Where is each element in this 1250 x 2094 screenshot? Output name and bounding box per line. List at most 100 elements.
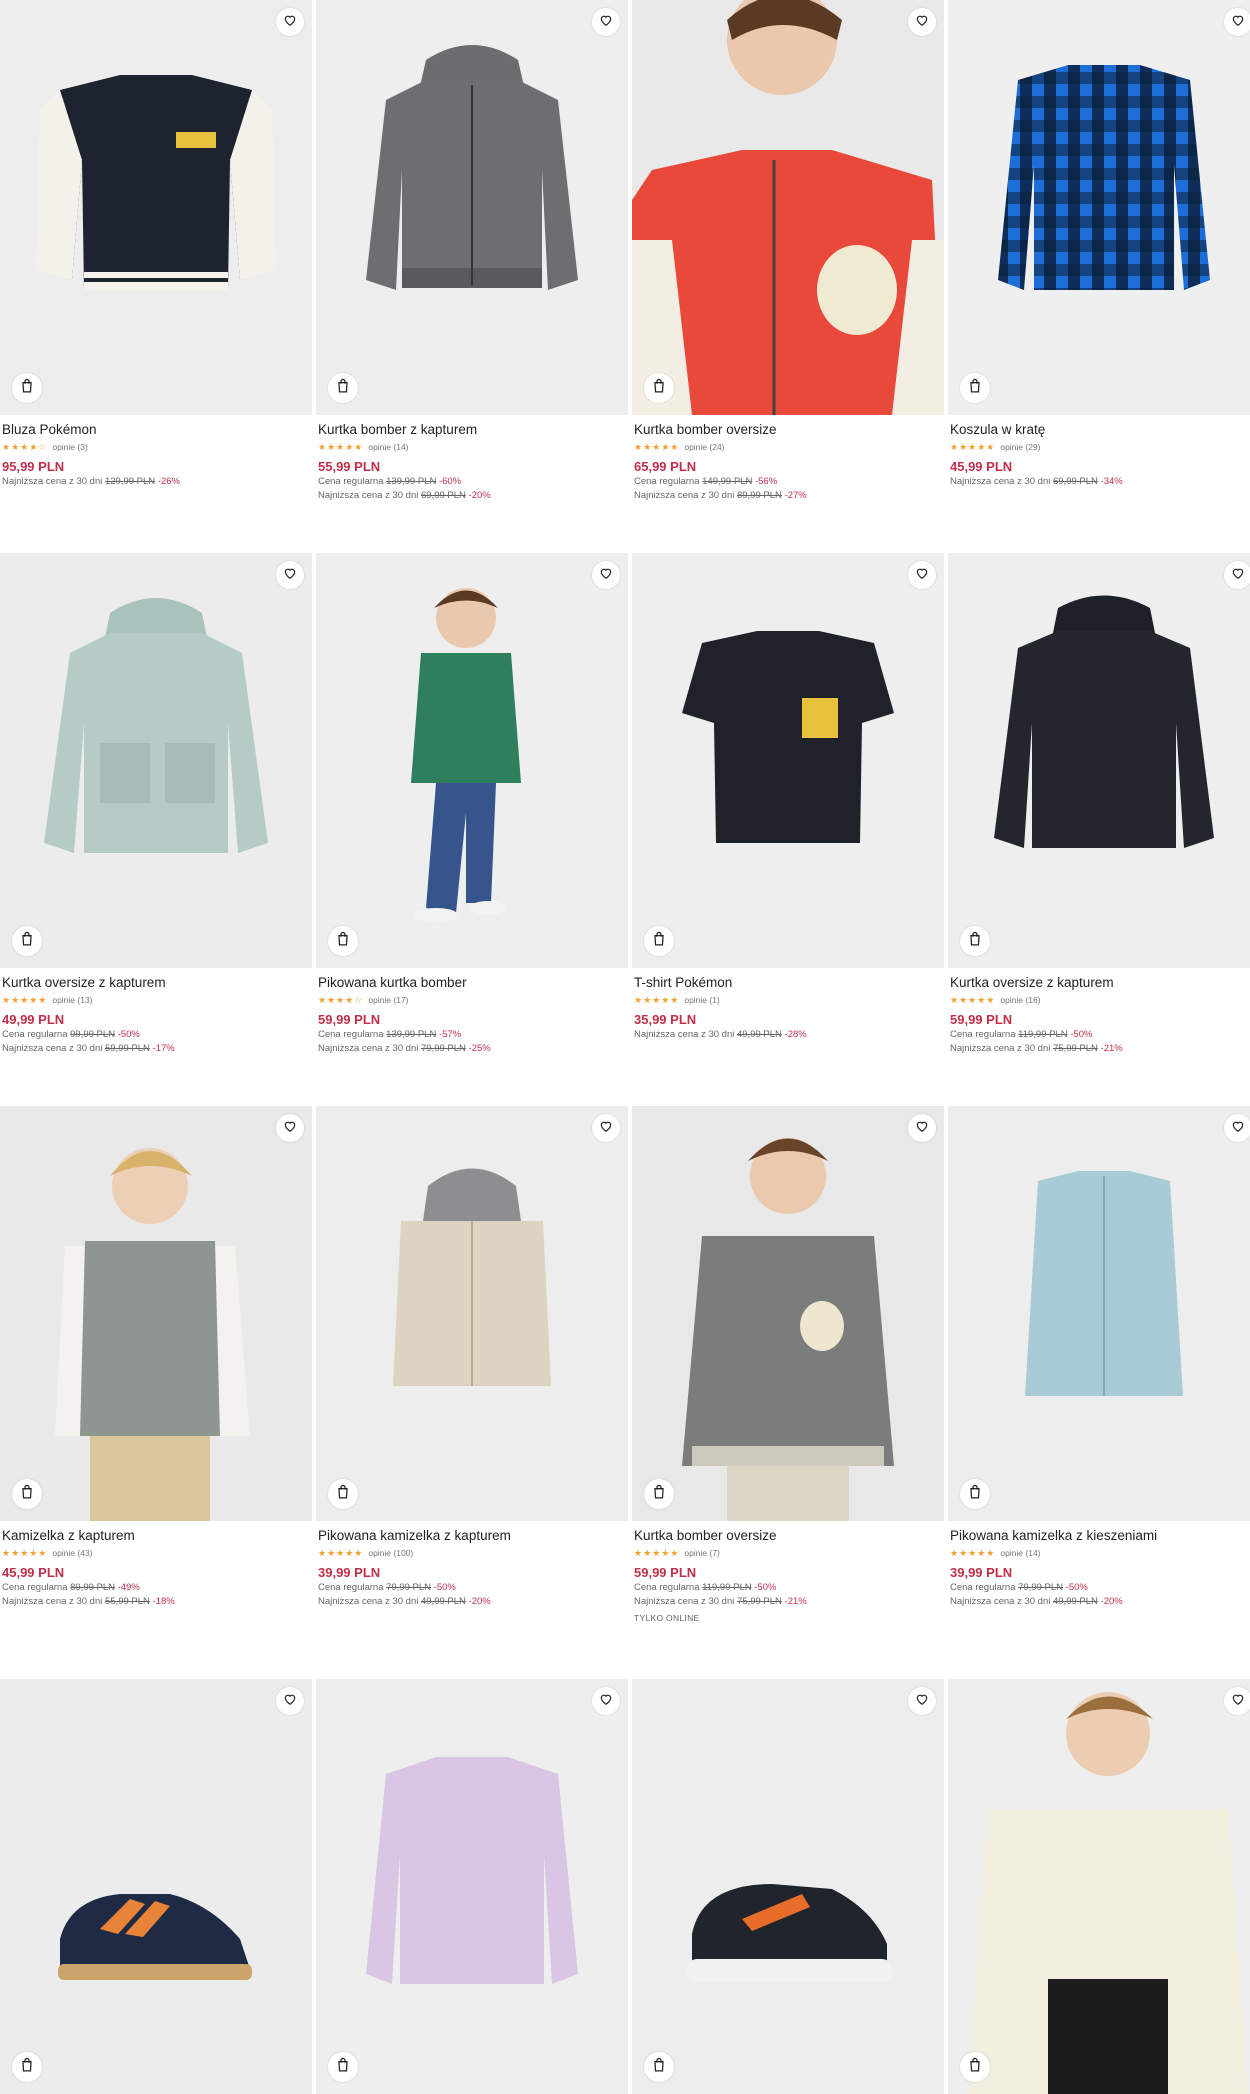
product-image[interactable] [948,553,1250,968]
add-to-cart-button[interactable] [960,926,990,956]
product-image[interactable] [0,553,312,968]
heart-icon [915,566,929,585]
product-card[interactable] [0,1679,312,2094]
product-name[interactable]: Kurtka bomber oversize [634,421,942,439]
product-image[interactable] [632,1106,944,1521]
add-to-favorites-button[interactable] [276,8,304,36]
discount-percent: -28% [784,1029,807,1040]
product-card[interactable] [948,1679,1250,2094]
reviews-count[interactable]: opinie (1) [684,995,719,1005]
product-card[interactable]: Koszula w kratę ★★★★★ opinie (29) 45,99 … [948,0,1250,489]
reviews-count[interactable]: opinie (14) [368,442,408,452]
product-image[interactable] [0,1106,312,1521]
product-image[interactable] [316,1679,628,2094]
product-card[interactable]: Kurtka oversize z kapturem ★★★★★ opinie … [948,553,1250,1056]
reviews-count[interactable]: opinie (43) [52,1548,92,1558]
heart-icon [915,1692,929,1711]
product-image[interactable] [948,0,1250,415]
reviews-count[interactable]: opinie (17) [368,995,408,1005]
product-name[interactable]: Kamizelka z kapturem [2,1527,310,1545]
add-to-cart-button[interactable] [960,2052,990,2082]
heart-icon [283,1119,297,1138]
reviews-count[interactable]: opinie (24) [684,442,724,452]
add-to-cart-button[interactable] [12,2052,42,2082]
product-name[interactable]: Kurtka bomber oversize [634,1527,942,1545]
discount-percent: -50% [754,1582,777,1593]
reviews-count[interactable]: opinie (14) [1000,1548,1040,1558]
add-to-favorites-button[interactable] [592,561,620,589]
reviews-count[interactable]: opinie (16) [1000,995,1040,1005]
price-history-line: Cena regularna 79,99 PLN -50% [318,1581,626,1595]
product-card[interactable] [316,1679,628,2094]
add-to-favorites-button[interactable] [1224,1114,1250,1142]
reviews-count[interactable]: opinie (100) [368,1548,413,1558]
add-to-cart-button[interactable] [644,926,674,956]
reviews-count[interactable]: opinie (29) [1000,442,1040,452]
add-to-favorites-button[interactable] [1224,8,1250,36]
add-to-cart-button[interactable] [12,1479,42,1509]
add-to-favorites-button[interactable] [1224,1687,1250,1715]
add-to-favorites-button[interactable] [276,1114,304,1142]
add-to-favorites-button[interactable] [1224,561,1250,589]
product-card[interactable]: Kurtka bomber oversize ★★★★★ opinie (24)… [632,0,944,503]
product-name[interactable]: Koszula w kratę [950,421,1250,439]
product-price: 59,99 PLN [950,1012,1013,1027]
product-image[interactable] [316,553,628,968]
product-name[interactable]: Kurtka oversize z kapturem [950,974,1250,992]
product-card[interactable]: T-shirt Pokémon ★★★★★ opinie (1) 35,99 P… [632,553,944,1042]
product-card[interactable] [632,1679,944,2094]
product-card[interactable]: Kurtka bomber oversize ★★★★★ opinie (7) … [632,1106,944,1623]
reviews-count[interactable]: opinie (7) [684,1548,719,1558]
add-to-cart-button[interactable] [644,2052,674,2082]
product-card[interactable]: Kurtka bomber z kapturem ★★★★★ opinie (1… [316,0,628,503]
product-name[interactable]: Pikowana kamizelka z kieszeniami [950,1527,1250,1545]
add-to-cart-button[interactable] [328,2052,358,2082]
add-to-favorites-button[interactable] [908,1114,936,1142]
add-to-favorites-button[interactable] [908,561,936,589]
product-image[interactable] [632,553,944,968]
product-name[interactable]: Kurtka oversize z kapturem [2,974,310,992]
add-to-cart-button[interactable] [12,926,42,956]
product-name[interactable]: Bluza Pokémon [2,421,310,439]
add-to-cart-button[interactable] [328,1479,358,1509]
product-image[interactable] [0,1679,312,2094]
add-to-favorites-button[interactable] [592,8,620,36]
add-to-cart-button[interactable] [644,373,674,403]
product-image[interactable] [316,0,628,415]
add-to-cart-button[interactable] [328,926,358,956]
product-image[interactable] [948,1106,1250,1521]
add-to-favorites-button[interactable] [592,1687,620,1715]
product-image[interactable] [948,1679,1250,2094]
add-to-cart-button[interactable] [328,373,358,403]
product-image[interactable] [632,0,944,415]
product-card[interactable]: Kamizelka z kapturem ★★★★★ opinie (43) 4… [0,1106,312,1609]
product-name[interactable]: T-shirt Pokémon [634,974,942,992]
product-card[interactable]: Pikowana kamizelka z kapturem ★★★★★ opin… [316,1106,628,1609]
reviews-count[interactable]: opinie (13) [52,995,92,1005]
lowest-price-line: Najniższa cena z 30 dni 55,99 PLN -18% [2,1595,310,1609]
lowest-price-line: Najniższa cena z 30 dni 89,99 PLN -27% [634,489,942,503]
price-note-label: Najniższa cena z 30 dni [2,476,103,487]
product-card[interactable]: Pikowana kurtka bomber ★★★★☆ opinie (17)… [316,553,628,1056]
add-to-favorites-button[interactable] [908,1687,936,1715]
heart-icon [915,13,929,32]
add-to-favorites-button[interactable] [276,1687,304,1715]
product-name[interactable]: Kurtka bomber z kapturem [318,421,626,439]
product-card[interactable]: Bluza Pokémon ★★★★☆ opinie (3) 95,99 PLN… [0,0,312,489]
product-card[interactable]: Kurtka oversize z kapturem ★★★★★ opinie … [0,553,312,1056]
product-name[interactable]: Pikowana kurtka bomber [318,974,626,992]
product-card[interactable]: Pikowana kamizelka z kieszeniami ★★★★★ o… [948,1106,1250,1609]
product-image[interactable] [316,1106,628,1521]
add-to-favorites-button[interactable] [592,1114,620,1142]
add-to-cart-button[interactable] [12,373,42,403]
product-rating: ★★★★★ opinie (24) [634,442,942,452]
product-name[interactable]: Pikowana kamizelka z kapturem [318,1527,626,1545]
add-to-cart-button[interactable] [960,373,990,403]
add-to-cart-button[interactable] [644,1479,674,1509]
reviews-count[interactable]: opinie (3) [52,442,87,452]
add-to-favorites-button[interactable] [908,8,936,36]
product-image[interactable] [0,0,312,415]
add-to-cart-button[interactable] [960,1479,990,1509]
add-to-favorites-button[interactable] [276,561,304,589]
product-image[interactable] [632,1679,944,2094]
